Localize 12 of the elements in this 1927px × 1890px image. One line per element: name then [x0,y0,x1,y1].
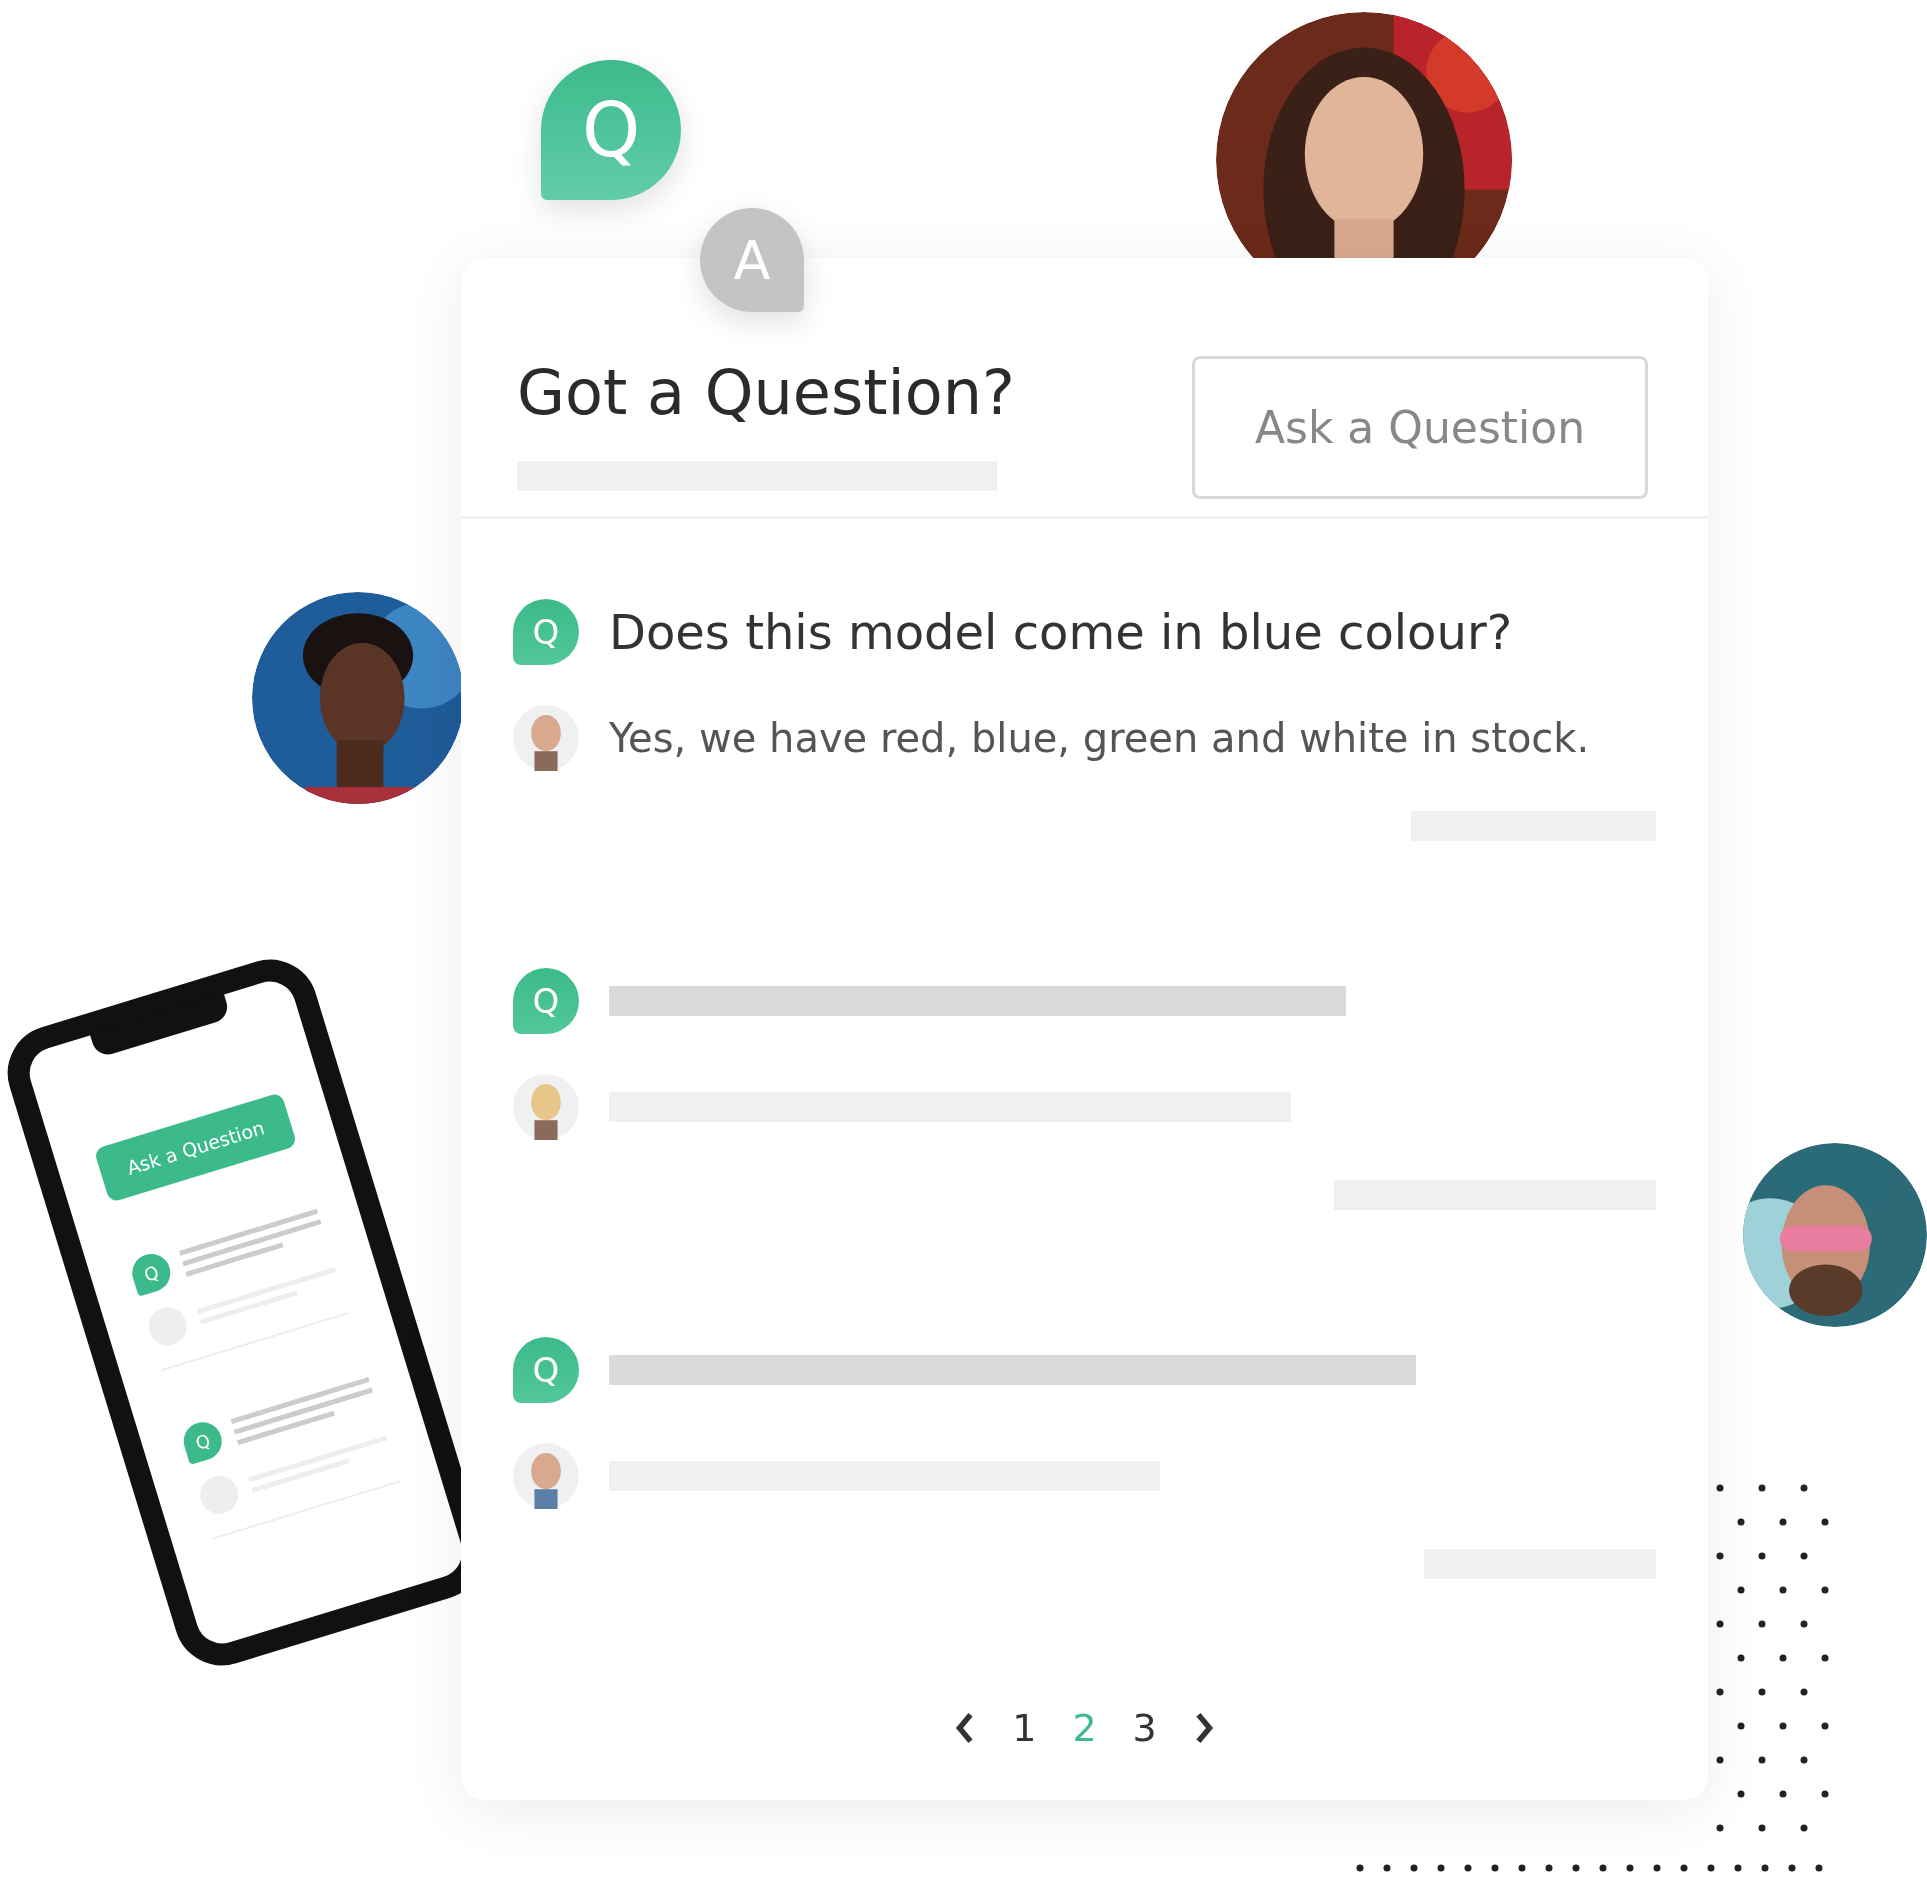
question-badge: Q [513,968,579,1034]
page-link[interactable]: 2 [1072,1706,1097,1750]
question-badge: Q [513,599,579,665]
ask-question-button[interactable]: Ask a Question [1192,356,1648,499]
speech-bubble: A [700,208,804,312]
speech-bubble: Q [541,60,681,200]
page-link[interactable]: 3 [1132,1706,1157,1750]
section-title: Got a Question? [517,356,1015,429]
question-badge: Q [513,1337,579,1403]
answer-text: Yes, we have red, blue, green and white in stock. [609,715,1590,761]
question-text: Does this model come in blue colour? [609,604,1513,660]
page-link[interactable]: 1 [1012,1706,1037,1750]
